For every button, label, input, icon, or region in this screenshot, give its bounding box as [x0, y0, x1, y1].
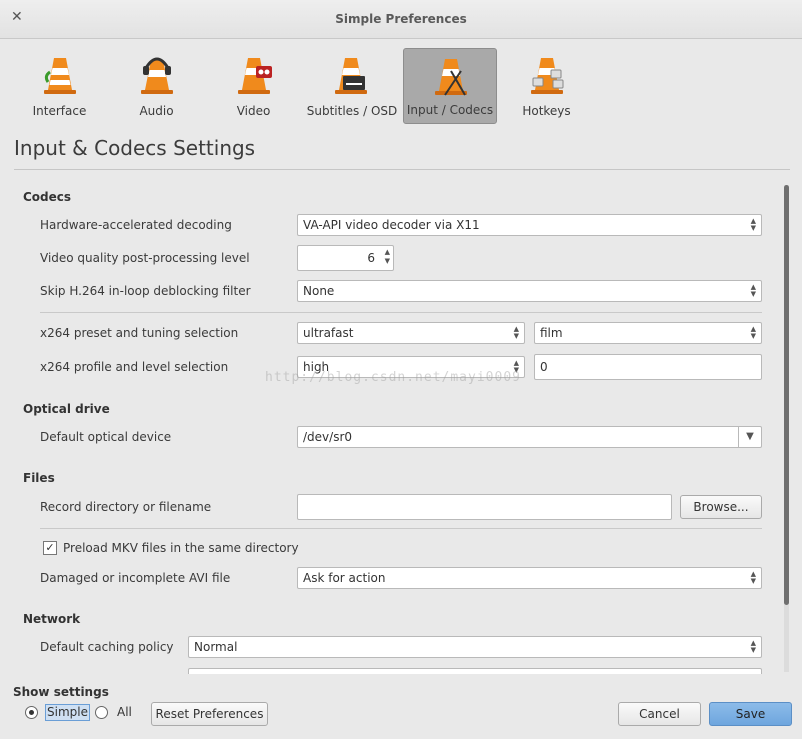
all-label[interactable]: All	[117, 705, 132, 719]
tab-label: Input / Codecs	[406, 103, 494, 117]
x264-level-value: 0	[540, 360, 548, 374]
caching-select[interactable]: Normal ▲ ▼	[188, 636, 762, 658]
spin-arrows-icon[interactable]: ▲ ▼	[385, 248, 390, 266]
divider	[40, 312, 762, 313]
film-cone-icon	[238, 58, 272, 94]
show-settings-label: Show settings	[13, 685, 109, 699]
tab-label: Video	[236, 104, 271, 118]
x264-preset-value: ultrafast	[303, 326, 354, 340]
headphones-cone-icon	[141, 57, 173, 94]
caching-value: Normal	[194, 640, 238, 654]
tab-label: Audio	[139, 104, 174, 118]
record-label: Record directory or filename	[40, 500, 212, 514]
tab-interface[interactable]: Interface	[13, 48, 106, 124]
cancel-button[interactable]: Cancel	[618, 702, 701, 726]
x264-level-input[interactable]: 0	[534, 354, 762, 380]
settings-panel: Codecs Hardware-accelerated decoding VA-…	[13, 176, 789, 674]
page-title: Input & Codecs Settings	[14, 136, 256, 160]
section-network: Network	[23, 612, 81, 626]
record-path-input[interactable]	[297, 494, 672, 520]
updown-arrows-icon: ▲ ▼	[750, 325, 756, 340]
codecs-cone-icon	[435, 59, 467, 96]
skip-loop-filter-label: Skip H.264 in-loop deblocking filter	[40, 284, 251, 298]
tab-audio[interactable]: Audio	[110, 48, 203, 124]
watermark: http://blog.csdn.net/mayi0009	[265, 370, 521, 385]
title-bar: ✕ Simple Preferences	[0, 0, 802, 39]
tab-label: Interface	[32, 104, 87, 118]
hotkeys-cone-icon	[531, 58, 564, 94]
avi-label: Damaged or incomplete AVI file	[40, 571, 231, 585]
tab-input-codecs[interactable]: Input / Codecs	[403, 48, 497, 124]
hw-decoding-label: Hardware-accelerated decoding	[40, 218, 232, 232]
divider	[40, 528, 762, 529]
radio-simple[interactable]	[25, 706, 38, 719]
skip-loop-filter-select[interactable]: None ▲ ▼	[297, 280, 762, 302]
scrollbar-thumb[interactable]	[784, 185, 789, 605]
x264-profile-label: x264 profile and level selection	[40, 360, 229, 374]
x264-preset-select[interactable]: ultrafast ▲ ▼	[297, 322, 525, 344]
hw-decoding-value: VA-API video decoder via X11	[303, 218, 480, 232]
x264-tune-select[interactable]: film ▲ ▼	[534, 322, 762, 344]
vlc-cone-icon	[44, 58, 76, 94]
simple-label[interactable]: Simple	[45, 704, 90, 721]
hw-decoding-select[interactable]: VA-API video decoder via X11 ▲ ▼	[297, 214, 762, 236]
browse-button[interactable]: Browse...	[680, 495, 762, 519]
postproc-spinbox[interactable]: 6 ▲ ▼	[297, 245, 394, 271]
subtitle-cone-icon	[335, 58, 367, 94]
postproc-label: Video quality post-processing level	[40, 251, 250, 265]
chevron-down-icon[interactable]: ▼	[738, 427, 761, 447]
checkbox-checked-icon[interactable]: ✓	[43, 541, 57, 555]
window-title: Simple Preferences	[335, 12, 467, 26]
updown-arrows-icon: ▲ ▼	[750, 570, 756, 585]
updown-arrows-icon: ▲ ▼	[750, 217, 756, 232]
caching-label: Default caching policy	[40, 640, 174, 654]
x264-tune-value: film	[540, 326, 563, 340]
optical-device-combo[interactable]: /dev/sr0 ▼	[297, 426, 762, 448]
updown-arrows-icon: ▲ ▼	[750, 639, 756, 654]
avi-value: Ask for action	[303, 571, 386, 585]
optical-device-label: Default optical device	[40, 430, 172, 444]
section-files: Files	[23, 471, 55, 485]
tab-hotkeys[interactable]: Hotkeys	[500, 48, 593, 124]
preload-mkv-label: Preload MKV files in the same directory	[63, 541, 299, 555]
tab-label: Subtitles / OSD	[306, 104, 398, 118]
radio-all[interactable]	[95, 706, 108, 719]
partial-select-row[interactable]	[188, 668, 762, 674]
divider	[14, 169, 790, 170]
section-codecs: Codecs	[23, 190, 72, 204]
updown-arrows-icon: ▲ ▼	[750, 283, 756, 298]
updown-arrows-icon: ▲ ▼	[513, 325, 519, 340]
skip-loop-filter-value: None	[303, 284, 335, 298]
postproc-value: 6	[367, 251, 375, 265]
radio-selected-icon	[29, 710, 34, 715]
tab-video[interactable]: Video	[207, 48, 300, 124]
optical-device-value: /dev/sr0	[303, 430, 353, 444]
tab-label: Hotkeys	[522, 104, 571, 118]
reset-preferences-button[interactable]: Reset Preferences	[151, 702, 268, 726]
section-optical-drive: Optical drive	[23, 402, 110, 416]
category-toolbar: Interface Audio Video Subtitles / OSD In…	[0, 46, 802, 126]
avi-select[interactable]: Ask for action ▲ ▼	[297, 567, 762, 589]
tab-subtitles-osd[interactable]: Subtitles / OSD	[304, 48, 400, 124]
save-button[interactable]: Save	[709, 702, 792, 726]
x264-preset-label: x264 preset and tuning selection	[40, 326, 239, 340]
